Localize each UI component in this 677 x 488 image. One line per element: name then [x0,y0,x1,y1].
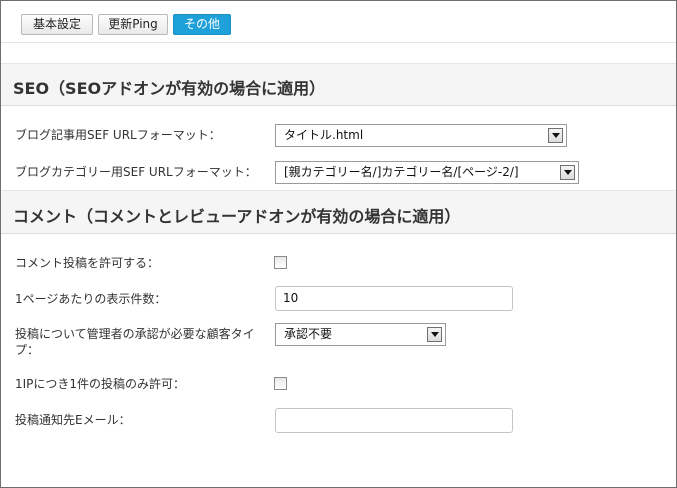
one-per-ip-checkbox[interactable] [274,377,287,390]
tab-basic-settings[interactable]: 基本設定 [21,14,93,35]
notify-email-label: 投稿通知先Eメール： [15,413,131,427]
blog-article-sef-select[interactable]: タイトル.html [275,124,567,147]
tab-update-ping[interactable]: 更新Ping [98,14,168,35]
approval-customer-type-label: 投稿について管理者の承認が必要な顧客タイプ： [15,327,255,357]
blog-article-sef-value: タイトル.html [284,128,364,142]
chevron-down-icon [560,165,575,180]
blog-category-sef-select[interactable]: [親カテゴリー名/]カテゴリー名/[ページ-2/] [275,161,579,184]
seo-section-title: SEO（SEOアドオンが有効の場合に適用） [13,79,326,98]
settings-window: 基本設定 更新Ping その他 SEO（SEOアドオンが有効の場合に適用） ブロ… [0,0,677,488]
chevron-down-icon [427,327,442,342]
approval-customer-type-value: 承認不要 [284,327,333,341]
allow-comments-checkbox[interactable] [274,256,287,269]
approval-customer-type-select[interactable]: 承認不要 [275,323,446,346]
allow-comments-label: コメント投稿を許可する： [15,256,160,270]
blog-category-sef-label: ブログカテゴリー用SEF URLフォーマット： [15,165,257,179]
tab-other[interactable]: その他 [173,14,231,35]
tab-bar: 基本設定 更新Ping その他 [1,1,676,43]
blog-article-sef-label: ブログ記事用SEF URLフォーマット： [15,128,221,142]
comment-section-title: コメント（コメントとレビューアドオンが有効の場合に適用） [13,207,461,226]
one-per-ip-label: 1IPにつき1件の投稿のみ許可： [15,377,186,391]
per-page-value: 10 [283,291,299,305]
seo-section-header: SEO（SEOアドオンが有効の場合に適用） [1,63,676,106]
per-page-label: 1ページあたりの表示件数： [15,292,167,306]
per-page-input[interactable]: 10 [275,286,513,311]
notify-email-input[interactable] [275,408,513,433]
chevron-down-icon [548,128,563,143]
blog-category-sef-value: [親カテゴリー名/]カテゴリー名/[ページ-2/] [284,165,519,179]
comment-section-header: コメント（コメントとレビューアドオンが有効の場合に適用） [1,190,676,234]
